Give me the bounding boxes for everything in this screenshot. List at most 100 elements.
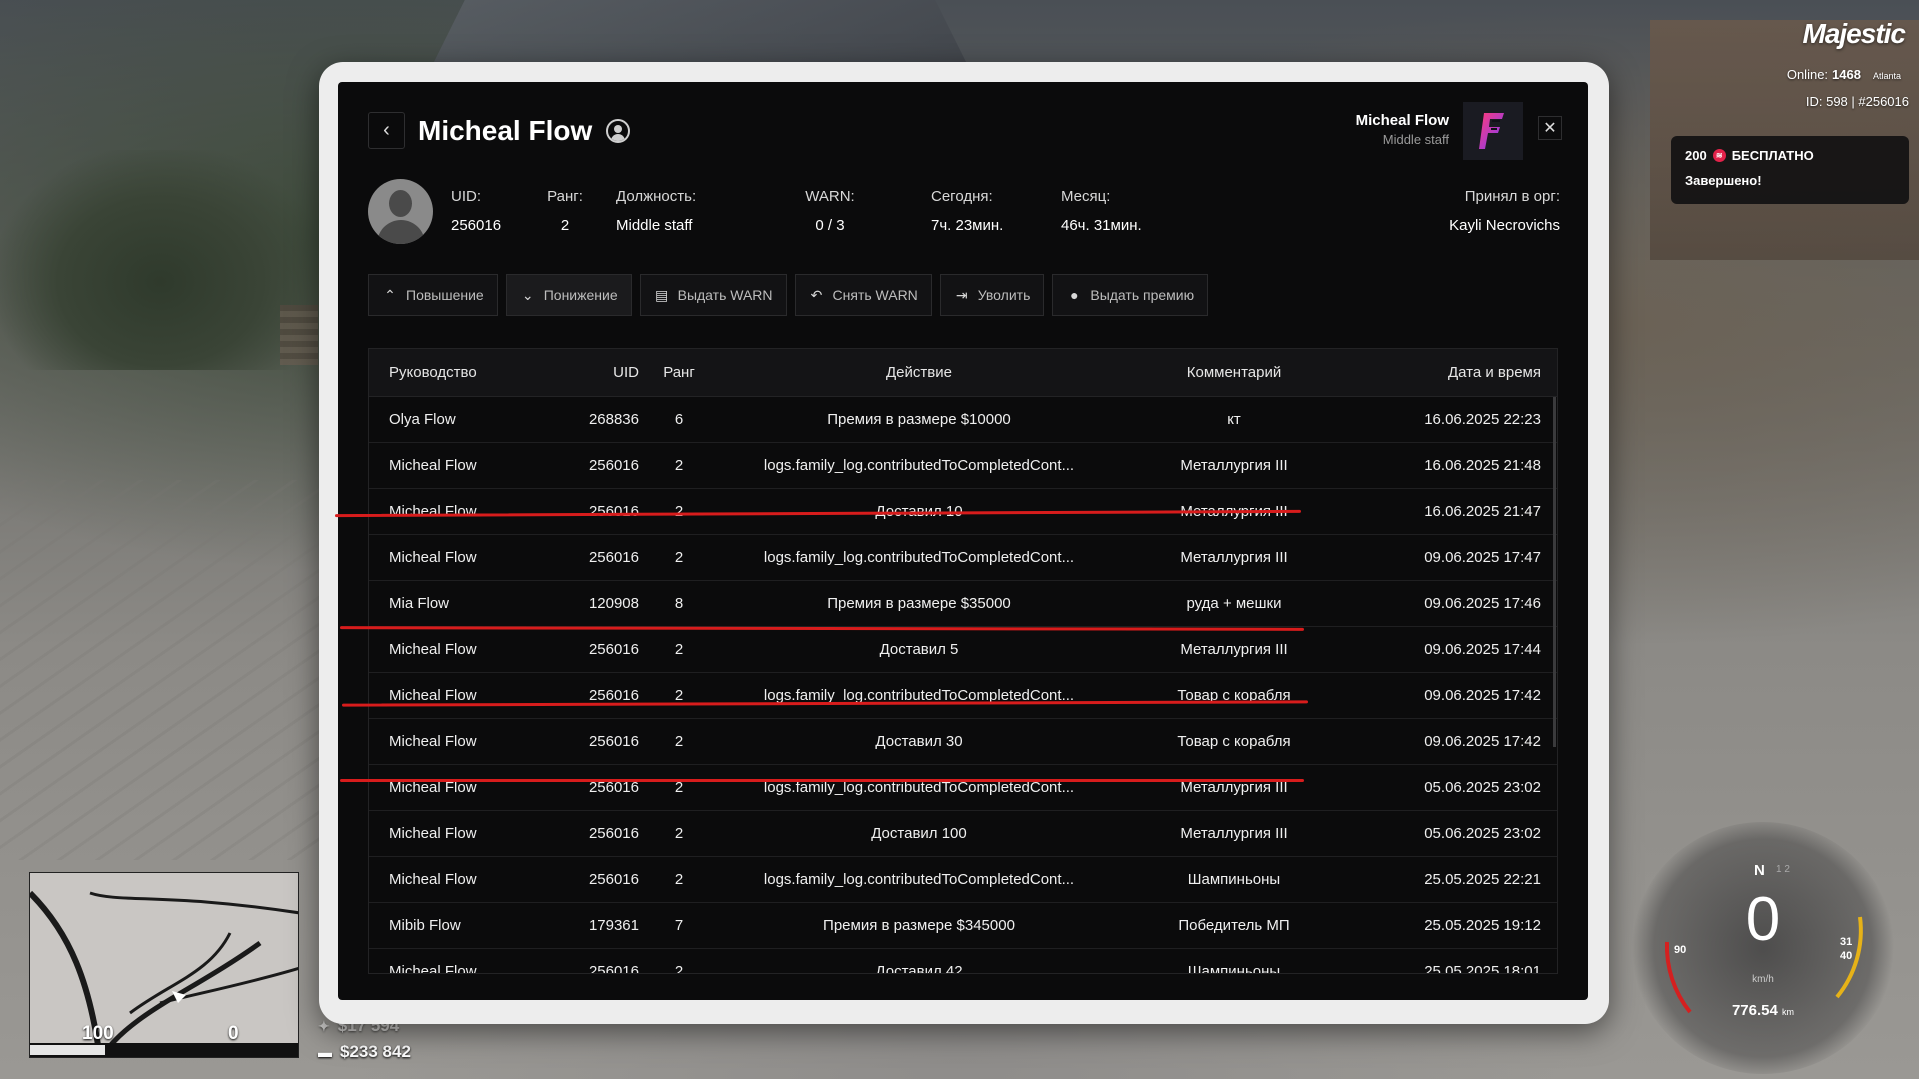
table-row[interactable]: Micheal Flow 256016 2 Доставил 100 Металлург…: [369, 811, 1557, 857]
column-header-rank[interactable]: Ранг: [639, 364, 719, 381]
highlight-line: [340, 779, 1304, 782]
tank-bottom-value: 40: [1840, 950, 1853, 962]
table-row[interactable]: Micheal Flow 256016 2 logs.family_log.contr…: [369, 765, 1557, 811]
action-toolbar: ⌃ Повышение ⌄ Понижение ▤ Выдать WARN ↶ …: [368, 274, 1209, 316]
table-row[interactable]: Micheal Flow 256016 2 logs.family_log.contr…: [369, 857, 1557, 903]
table-row[interactable]: Micheal Flow 256016 2 Доставил 42 Шампиньоны…: [369, 949, 1557, 973]
cell-rank: 2: [674, 733, 684, 750]
odometer-value: 776.54: [1731, 1002, 1778, 1019]
close-button[interactable]: ✕: [1538, 116, 1562, 140]
cell-datetime: 09.06.2025 17:47: [1424, 549, 1541, 566]
avatar: [368, 179, 433, 244]
warn-value: 0 / 3: [815, 217, 845, 234]
accepted-by-info: Принял в орг: Kayli Necrovichs: [1449, 188, 1560, 234]
cell-datetime: 25.05.2025 19:12: [1424, 917, 1541, 934]
cell-manager: Mibib Flow: [389, 917, 461, 934]
give-warn-button[interactable]: ▤ Выдать WARN: [639, 274, 787, 316]
document-edit-icon: ▤: [654, 286, 669, 303]
cell-uid: 179361: [588, 917, 639, 934]
warn-label: WARN:: [805, 188, 855, 205]
dismiss-button[interactable]: ⇥ Уволить: [939, 274, 1045, 316]
reward-label: БЕСПЛАТНО: [1731, 148, 1814, 163]
cell-datetime: 09.06.2025 17:46: [1424, 595, 1541, 612]
table-row[interactable]: Micheal Flow 256016 2 logs.family_log.contr…: [369, 443, 1557, 489]
cell-comment: руда + мешки: [1186, 595, 1282, 612]
cell-action: logs.family_log.contributedToCompletedCo…: [763, 871, 1075, 888]
background-tire-tracks: [0, 480, 330, 860]
today-info: Сегодня: 7ч. 23мин.: [931, 188, 1003, 234]
cell-rank: 7: [674, 917, 684, 934]
cell-action: Премия в размере $35000: [827, 595, 1011, 612]
cell-action: Доставил 100: [871, 825, 967, 842]
cell-comment: Победитель МП: [1178, 917, 1290, 934]
profile-icon[interactable]: [606, 119, 630, 143]
bank-card-icon: ▬: [318, 1044, 332, 1060]
cell-datetime: 05.06.2025 23:02: [1424, 779, 1541, 796]
minimap-health-value: 100: [82, 1023, 114, 1044]
demote-button[interactable]: ⌄ Понижение: [505, 274, 632, 316]
family-logo-icon: [1479, 113, 1504, 149]
cell-rank: 2: [674, 641, 684, 658]
table-row[interactable]: Micheal Flow 256016 2 logs.family_log.contr…: [369, 535, 1557, 581]
cell-rank: 2: [674, 871, 684, 888]
cell-uid: 256016: [588, 687, 639, 704]
column-header-action[interactable]: Действие: [719, 364, 1119, 381]
gear-scale: 1 2: [1776, 864, 1790, 875]
cell-comment: Металлургия III: [1180, 641, 1288, 658]
table-row[interactable]: Mia Flow 120908 8 Премия в размере $35000 ру…: [369, 581, 1557, 627]
position-info: Должность: Middle staff: [616, 188, 696, 234]
column-header-comment[interactable]: Комментарий: [1119, 364, 1349, 381]
member-panel: ‹ Micheal Flow Micheal Flow Middle staff…: [334, 82, 1588, 1000]
column-header-manager[interactable]: Руководство: [369, 364, 574, 381]
table-row[interactable]: Olya Flow 268836 6 Премия в размере $10000 к…: [369, 397, 1557, 443]
table-row[interactable]: Mibib Flow 179361 7 Премия в размере $34500…: [369, 903, 1557, 949]
health-bar: [30, 1043, 298, 1057]
give-bonus-button[interactable]: ● Выдать премию: [1052, 274, 1209, 316]
demote-label: Понижение: [543, 287, 618, 303]
cell-comment: Шампиньоны: [1187, 871, 1281, 888]
table-row[interactable]: Micheal Flow 256016 2 logs.family_log.contr…: [369, 673, 1557, 719]
uid-label: UID:: [451, 188, 481, 205]
page-title: Micheal Flow: [418, 115, 593, 146]
rank-info: Ранг: 2: [545, 188, 585, 234]
speedometer: N 1 2 0 km/h 776.54 km 90 31 40: [1632, 822, 1894, 1074]
position-label: Должность:: [616, 188, 697, 205]
uid-info: UID: 256016: [451, 188, 501, 234]
exit-icon: ⇥: [955, 286, 968, 303]
table-scrollbar[interactable]: [1553, 397, 1556, 747]
month-info: Месяц: 46ч. 31мин.: [1061, 188, 1142, 234]
cell-datetime: 16.06.2025 22:23: [1424, 411, 1541, 428]
odometer: 776.54 km: [1632, 1002, 1894, 1019]
cell-action: Премия в размере $10000: [827, 411, 1011, 428]
minimap: 100 0: [29, 872, 299, 1058]
cell-comment: Металлургия III: [1180, 549, 1288, 566]
minimap-roads: [30, 890, 298, 1057]
current-user-role: Middle staff: [1382, 132, 1449, 147]
cell-uid: 256016: [588, 641, 639, 658]
server-name: Atlanta: [1872, 71, 1901, 81]
coin-icon: ●: [1070, 287, 1079, 303]
minimap-armor-value: 0: [228, 1023, 239, 1044]
cell-datetime: 09.06.2025 17:42: [1424, 687, 1541, 704]
promote-button[interactable]: ⌃ Повышение: [368, 274, 498, 316]
accepted-by-label: Принял в орг:: [1464, 188, 1560, 205]
uid-value: 256016: [451, 217, 502, 234]
table-row[interactable]: Micheal Flow 256016 2 Доставил 30 Товар с ко…: [369, 719, 1557, 765]
cell-action: Доставил 5: [879, 641, 959, 658]
cell-uid: 256016: [588, 457, 639, 474]
cell-comment: Товар с корабля: [1177, 733, 1291, 750]
accepted-by-value: Kayli Necrovichs: [1449, 217, 1560, 234]
column-header-datetime[interactable]: Дата и время: [1349, 364, 1557, 381]
column-header-uid[interactable]: UID: [574, 364, 639, 381]
speed-unit: km/h: [1752, 974, 1774, 985]
back-button[interactable]: ‹: [368, 112, 405, 149]
cell-manager: Micheal Flow: [389, 457, 477, 474]
health-bar-fill: [30, 1045, 106, 1055]
cell-comment: Металлургия III: [1180, 457, 1288, 474]
cell-datetime: 05.06.2025 23:02: [1424, 825, 1541, 842]
remove-warn-button[interactable]: ↶ Снять WARN: [794, 274, 932, 316]
cell-uid: 256016: [588, 825, 639, 842]
table-row[interactable]: Micheal Flow 256016 2 Доставил 5 Металлургия…: [369, 627, 1557, 673]
online-count: 1468: [1832, 67, 1861, 82]
month-label: Месяц:: [1061, 188, 1111, 205]
